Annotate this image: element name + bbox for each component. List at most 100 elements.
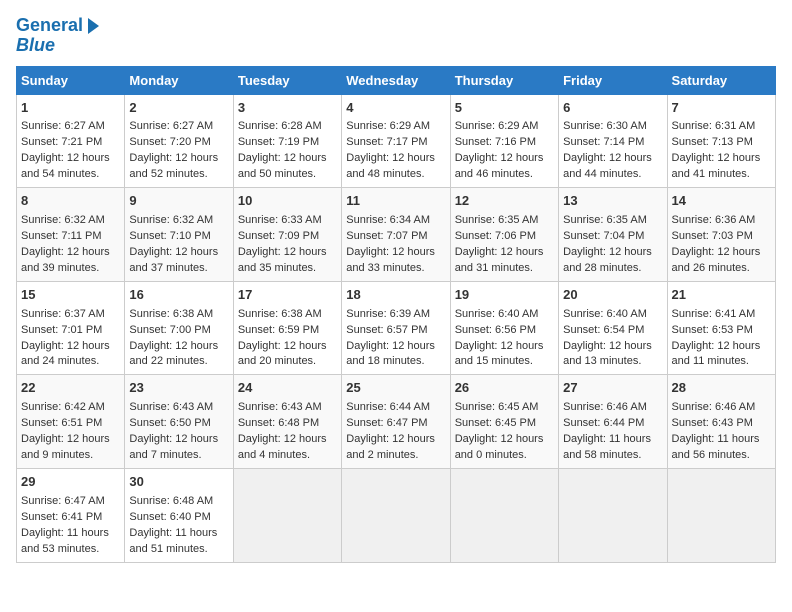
day-number: 14: [672, 192, 771, 211]
calendar-table: SundayMondayTuesdayWednesdayThursdayFrid…: [16, 66, 776, 563]
day-number: 19: [455, 286, 554, 305]
calendar-day-cell: 11 Sunrise: 6:34 AMSunset: 7:07 PMDayligh…: [342, 188, 450, 282]
calendar-day-cell: [667, 468, 775, 562]
day-number: 5: [455, 99, 554, 118]
day-number: 2: [129, 99, 228, 118]
day-number: 21: [672, 286, 771, 305]
day-number: 10: [238, 192, 337, 211]
logo-text: General: [16, 16, 83, 36]
day-info: Sunrise: 6:46 AMSunset: 6:44 PMDaylight:…: [563, 401, 651, 461]
day-info: Sunrise: 6:48 AMSunset: 6:40 PMDaylight:…: [129, 495, 217, 555]
calendar-week-row: 15 Sunrise: 6:37 AMSunset: 7:01 PMDayligh…: [17, 281, 776, 375]
day-number: 29: [21, 473, 120, 492]
day-number: 28: [672, 379, 771, 398]
calendar-day-cell: 29 Sunrise: 6:47 AMSunset: 6:41 PMDayligh…: [17, 468, 125, 562]
calendar-day-cell: 16 Sunrise: 6:38 AMSunset: 7:00 PMDayligh…: [125, 281, 233, 375]
calendar-week-row: 1Sunrise: 6:27 AMSunset: 7:21 PMDaylight…: [17, 94, 776, 188]
day-info: Sunrise: 6:39 AMSunset: 6:57 PMDaylight:…: [346, 308, 435, 368]
day-of-week-header: Tuesday: [233, 66, 341, 94]
calendar-day-cell: 2 Sunrise: 6:27 AMSunset: 7:20 PMDaylight…: [125, 94, 233, 188]
day-info: Sunrise: 6:32 AMSunset: 7:11 PMDaylight:…: [21, 214, 110, 274]
calendar-day-cell: 18 Sunrise: 6:39 AMSunset: 6:57 PMDayligh…: [342, 281, 450, 375]
day-info: Sunrise: 6:35 AMSunset: 7:06 PMDaylight:…: [455, 214, 544, 274]
day-info: Sunrise: 6:42 AMSunset: 6:51 PMDaylight:…: [21, 401, 110, 461]
day-number: 15: [21, 286, 120, 305]
calendar-day-cell: 13Sunrise: 6:35 AMSunset: 7:04 PMDayligh…: [559, 188, 667, 282]
calendar-day-cell: 24Sunrise: 6:43 AMSunset: 6:48 PMDayligh…: [233, 375, 341, 469]
calendar-day-cell: 28 Sunrise: 6:46 AMSunset: 6:43 PMDayligh…: [667, 375, 775, 469]
day-of-week-header: Monday: [125, 66, 233, 94]
day-number: 26: [455, 379, 554, 398]
day-number: 12: [455, 192, 554, 211]
day-number: 9: [129, 192, 228, 211]
logo-text2: Blue: [16, 36, 99, 56]
day-number: 23: [129, 379, 228, 398]
calendar-day-cell: 9 Sunrise: 6:32 AMSunset: 7:10 PMDaylight…: [125, 188, 233, 282]
calendar-day-cell: 14 Sunrise: 6:36 AMSunset: 7:03 PMDayligh…: [667, 188, 775, 282]
day-info: Sunrise: 6:36 AMSunset: 7:03 PMDaylight:…: [672, 214, 761, 274]
day-info: Sunrise: 6:46 AMSunset: 6:43 PMDaylight:…: [672, 401, 760, 461]
calendar-day-cell: [559, 468, 667, 562]
calendar-day-cell: 25 Sunrise: 6:44 AMSunset: 6:47 PMDayligh…: [342, 375, 450, 469]
day-number: 25: [346, 379, 445, 398]
day-info: Sunrise: 6:47 AMSunset: 6:41 PMDaylight:…: [21, 495, 109, 555]
day-number: 7: [672, 99, 771, 118]
calendar-day-cell: 1Sunrise: 6:27 AMSunset: 7:21 PMDaylight…: [17, 94, 125, 188]
calendar-day-cell: 17Sunrise: 6:38 AMSunset: 6:59 PMDayligh…: [233, 281, 341, 375]
logo: General Blue: [16, 16, 99, 56]
day-info: Sunrise: 6:28 AMSunset: 7:19 PMDaylight:…: [238, 120, 327, 180]
calendar-week-row: 22 Sunrise: 6:42 AMSunset: 6:51 PMDayligh…: [17, 375, 776, 469]
day-info: Sunrise: 6:27 AMSunset: 7:20 PMDaylight:…: [129, 120, 218, 180]
day-info: Sunrise: 6:44 AMSunset: 6:47 PMDaylight:…: [346, 401, 435, 461]
day-of-week-header: Sunday: [17, 66, 125, 94]
calendar-day-cell: 12 Sunrise: 6:35 AMSunset: 7:06 PMDayligh…: [450, 188, 558, 282]
day-number: 30: [129, 473, 228, 492]
calendar-header-row: SundayMondayTuesdayWednesdayThursdayFrid…: [17, 66, 776, 94]
calendar-day-cell: 21 Sunrise: 6:41 AMSunset: 6:53 PMDayligh…: [667, 281, 775, 375]
day-of-week-header: Saturday: [667, 66, 775, 94]
day-info: Sunrise: 6:35 AMSunset: 7:04 PMDaylight:…: [563, 214, 652, 274]
calendar-day-cell: [450, 468, 558, 562]
day-info: Sunrise: 6:43 AMSunset: 6:48 PMDaylight:…: [238, 401, 327, 461]
calendar-day-cell: 19 Sunrise: 6:40 AMSunset: 6:56 PMDayligh…: [450, 281, 558, 375]
day-info: Sunrise: 6:41 AMSunset: 6:53 PMDaylight:…: [672, 308, 761, 368]
calendar-day-cell: 30 Sunrise: 6:48 AMSunset: 6:40 PMDayligh…: [125, 468, 233, 562]
calendar-day-cell: 4 Sunrise: 6:29 AMSunset: 7:17 PMDaylight…: [342, 94, 450, 188]
day-of-week-header: Wednesday: [342, 66, 450, 94]
day-info: Sunrise: 6:29 AMSunset: 7:17 PMDaylight:…: [346, 120, 435, 180]
day-of-week-header: Thursday: [450, 66, 558, 94]
page-header: General Blue: [16, 16, 776, 56]
day-number: 11: [346, 192, 445, 211]
day-of-week-header: Friday: [559, 66, 667, 94]
day-info: Sunrise: 6:37 AMSunset: 7:01 PMDaylight:…: [21, 308, 110, 368]
day-info: Sunrise: 6:38 AMSunset: 7:00 PMDaylight:…: [129, 308, 218, 368]
calendar-day-cell: [233, 468, 341, 562]
calendar-day-cell: 22 Sunrise: 6:42 AMSunset: 6:51 PMDayligh…: [17, 375, 125, 469]
day-info: Sunrise: 6:33 AMSunset: 7:09 PMDaylight:…: [238, 214, 327, 274]
day-info: Sunrise: 6:40 AMSunset: 6:54 PMDaylight:…: [563, 308, 652, 368]
day-info: Sunrise: 6:32 AMSunset: 7:10 PMDaylight:…: [129, 214, 218, 274]
calendar-day-cell: [342, 468, 450, 562]
calendar-day-cell: 6Sunrise: 6:30 AMSunset: 7:14 PMDaylight…: [559, 94, 667, 188]
calendar-day-cell: 7 Sunrise: 6:31 AMSunset: 7:13 PMDaylight…: [667, 94, 775, 188]
calendar-day-cell: 10 Sunrise: 6:33 AMSunset: 7:09 PMDayligh…: [233, 188, 341, 282]
day-number: 20: [563, 286, 662, 305]
calendar-day-cell: 5Sunrise: 6:29 AMSunset: 7:16 PMDaylight…: [450, 94, 558, 188]
day-info: Sunrise: 6:40 AMSunset: 6:56 PMDaylight:…: [455, 308, 544, 368]
day-number: 22: [21, 379, 120, 398]
day-number: 6: [563, 99, 662, 118]
day-number: 4: [346, 99, 445, 118]
day-number: 1: [21, 99, 120, 118]
calendar-day-cell: 15 Sunrise: 6:37 AMSunset: 7:01 PMDayligh…: [17, 281, 125, 375]
calendar-week-row: 29 Sunrise: 6:47 AMSunset: 6:41 PMDayligh…: [17, 468, 776, 562]
calendar-day-cell: 3Sunrise: 6:28 AMSunset: 7:19 PMDaylight…: [233, 94, 341, 188]
calendar-day-cell: 8 Sunrise: 6:32 AMSunset: 7:11 PMDaylight…: [17, 188, 125, 282]
day-number: 8: [21, 192, 120, 211]
day-number: 18: [346, 286, 445, 305]
calendar-day-cell: 27Sunrise: 6:46 AMSunset: 6:44 PMDayligh…: [559, 375, 667, 469]
day-info: Sunrise: 6:31 AMSunset: 7:13 PMDaylight:…: [672, 120, 761, 180]
day-number: 16: [129, 286, 228, 305]
calendar-day-cell: 26Sunrise: 6:45 AMSunset: 6:45 PMDayligh…: [450, 375, 558, 469]
day-info: Sunrise: 6:34 AMSunset: 7:07 PMDaylight:…: [346, 214, 435, 274]
day-info: Sunrise: 6:38 AMSunset: 6:59 PMDaylight:…: [238, 308, 327, 368]
